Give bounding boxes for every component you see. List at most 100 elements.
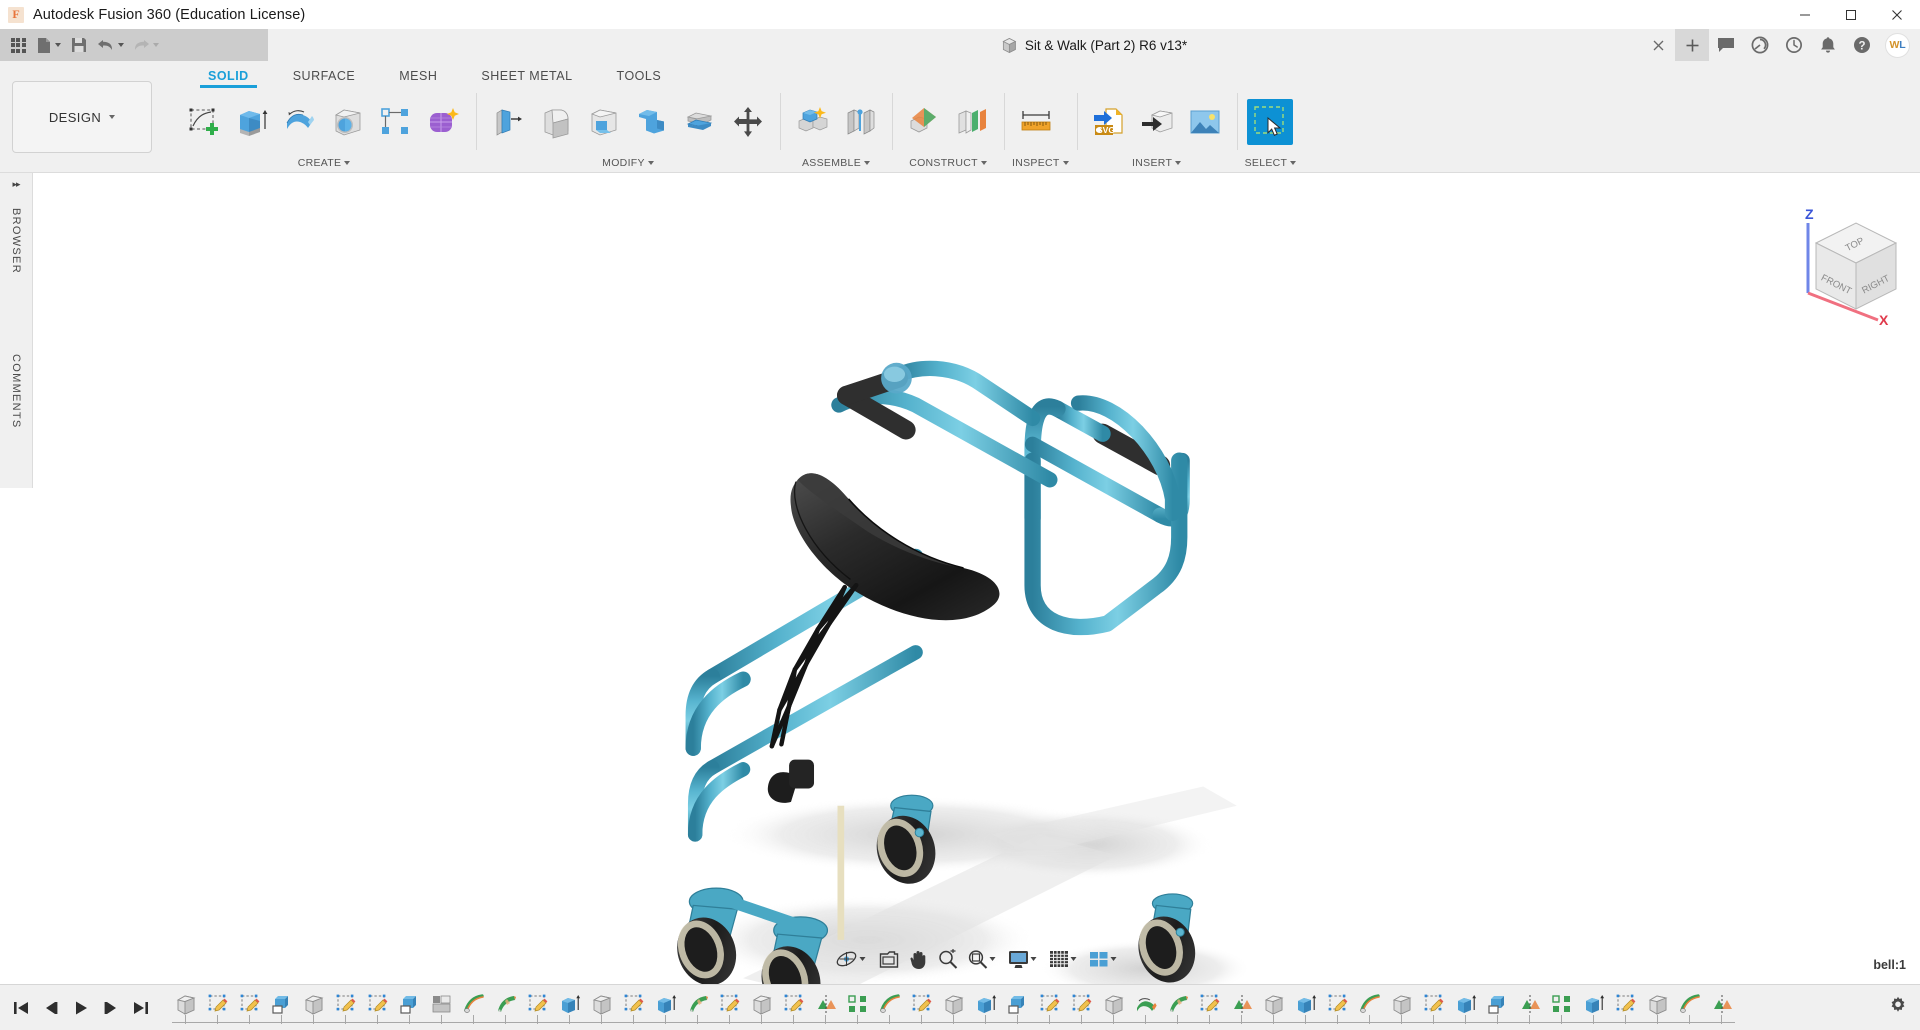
tab-tools[interactable]: TOOLS (595, 69, 684, 87)
timeline-feature-extrude[interactable] (972, 988, 999, 1024)
form-tool[interactable] (422, 99, 466, 145)
timeline-feature-joint[interactable] (1004, 988, 1031, 1024)
timeline-feature-joint[interactable] (396, 988, 423, 1024)
pan-button[interactable] (904, 945, 932, 973)
timeline-feature-sweep[interactable] (1164, 988, 1191, 1024)
timeline-feature-plane[interactable] (428, 988, 455, 1024)
offset-plane-tool[interactable] (902, 99, 946, 145)
comments-panel-tab[interactable]: COMMENTS (10, 350, 22, 433)
timeline-feature-extrude[interactable] (652, 988, 679, 1024)
timeline-feature-sketch[interactable] (1612, 988, 1639, 1024)
timeline-feature-sketch[interactable] (524, 988, 551, 1024)
display-settings-button[interactable] (1003, 945, 1043, 973)
view-cube[interactable]: Z X TOP FRONT RIGHT (1778, 205, 1908, 330)
expand-panel-button[interactable]: ▸▸ (12, 179, 19, 190)
timeline-feature-extrude[interactable] (1452, 988, 1479, 1024)
timeline-settings-button[interactable] (1888, 995, 1908, 1020)
offset-face-tool[interactable] (678, 99, 722, 145)
timeline-feature-sketch[interactable] (1420, 988, 1447, 1024)
browser-panel-tab[interactable]: BROWSER (10, 204, 22, 278)
combine-tool[interactable] (630, 99, 674, 145)
timeline-feature-sketch[interactable] (908, 988, 935, 1024)
timeline-feature-extrude[interactable] (556, 988, 583, 1024)
timeline-feature-mirror[interactable] (1516, 988, 1543, 1024)
timeline-step-forward-button[interactable] (96, 991, 126, 1025)
close-button[interactable] (1874, 0, 1920, 29)
undo-button[interactable] (93, 30, 128, 60)
plane-angle-tool[interactable] (950, 99, 994, 145)
timeline-feature-extrude[interactable] (1580, 988, 1607, 1024)
timeline-feature-pipe[interactable] (460, 988, 487, 1024)
timeline-play-button[interactable] (66, 991, 96, 1025)
timeline-feature-mirror[interactable] (1228, 988, 1255, 1024)
zoom-button[interactable] (933, 945, 962, 973)
timeline-feature-component[interactable] (1644, 988, 1671, 1024)
tab-sheet-metal[interactable]: SHEET METAL (459, 69, 594, 87)
panel-assemble-label[interactable]: ASSEMBLE (788, 154, 884, 172)
close-tab-button[interactable] (1641, 29, 1675, 61)
measure-tool[interactable] (1014, 99, 1058, 145)
timeline-feature-component[interactable] (1100, 988, 1127, 1024)
timeline-feature-component[interactable] (940, 988, 967, 1024)
panel-modify-label[interactable]: MODIFY (484, 154, 772, 172)
panel-select-label[interactable]: SELECT (1245, 154, 1297, 172)
document-tab[interactable]: Sit & Walk (Part 2) R6 v13* (991, 29, 1197, 61)
job-status-button[interactable] (1777, 29, 1811, 61)
timeline-track[interactable] (156, 985, 1920, 1030)
timeline-feature-sweep[interactable] (684, 988, 711, 1024)
viewports-button[interactable] (1084, 945, 1123, 973)
timeline-feature-component[interactable] (748, 988, 775, 1024)
panel-construct-label[interactable]: CONSTRUCT (900, 154, 996, 172)
panel-inspect-label[interactable]: INSPECT (1012, 154, 1069, 172)
timeline-step-back-button[interactable] (36, 991, 66, 1025)
minimize-button[interactable] (1782, 0, 1828, 29)
timeline-feature-sketch[interactable] (236, 988, 263, 1024)
tab-mesh[interactable]: MESH (377, 69, 459, 87)
fillet-tool[interactable] (534, 99, 578, 145)
revolve-tool[interactable] (278, 99, 322, 145)
notifications-button[interactable] (1811, 29, 1845, 61)
pattern-tool[interactable] (374, 99, 418, 145)
timeline-feature-sketch[interactable] (204, 988, 231, 1024)
press-pull-tool[interactable] (486, 99, 530, 145)
model-3d-rollator-walker[interactable] (33, 173, 1920, 984)
save-button[interactable] (65, 30, 93, 60)
timeline-feature-sketch[interactable] (716, 988, 743, 1024)
timeline-feature-revolve[interactable] (1132, 988, 1159, 1024)
tab-surface[interactable]: SURFACE (271, 69, 378, 87)
maximize-button[interactable] (1828, 0, 1874, 29)
timeline-feature-extrude[interactable] (1292, 988, 1319, 1024)
timeline-feature-pattern[interactable] (844, 988, 871, 1024)
viewport-canvas[interactable]: Z X TOP FRONT RIGHT (33, 173, 1920, 984)
timeline-feature-component[interactable] (172, 988, 199, 1024)
tab-solid[interactable]: SOLID (186, 69, 271, 87)
timeline-feature-pattern[interactable] (1548, 988, 1575, 1024)
grid-snaps-button[interactable] (1044, 945, 1083, 973)
new-tab-button[interactable] (1675, 29, 1709, 61)
file-button[interactable] (32, 30, 65, 60)
timeline-feature-sketch[interactable] (780, 988, 807, 1024)
help-button[interactable]: ? (1845, 29, 1879, 61)
timeline-feature-sketch[interactable] (332, 988, 359, 1024)
timeline-feature-pipe[interactable] (1676, 988, 1703, 1024)
create-sketch-tool[interactable] (182, 99, 226, 145)
sweep-tool[interactable] (326, 99, 370, 145)
new-component-tool[interactable] (790, 99, 834, 145)
timeline-feature-sketch[interactable] (1196, 988, 1223, 1024)
panel-insert-label[interactable]: INSERT (1085, 154, 1229, 172)
fit-button[interactable] (963, 945, 1002, 973)
timeline-feature-component[interactable] (588, 988, 615, 1024)
timeline-feature-mirror[interactable] (812, 988, 839, 1024)
shell-tool[interactable] (582, 99, 626, 145)
timeline-feature-sketch[interactable] (364, 988, 391, 1024)
extrude-tool[interactable] (230, 99, 274, 145)
panel-create-label[interactable]: CREATE (180, 154, 468, 172)
timeline-feature-joint[interactable] (268, 988, 295, 1024)
timeline-feature-component[interactable] (1260, 988, 1287, 1024)
timeline-feature-sketch[interactable] (1324, 988, 1351, 1024)
timeline-feature-component[interactable] (300, 988, 327, 1024)
workspace-switcher[interactable]: DESIGN (12, 81, 152, 153)
timeline-feature-pipe[interactable] (876, 988, 903, 1024)
insert-derive-tool[interactable] (1135, 99, 1179, 145)
insert-svg-tool[interactable]: SVG (1087, 99, 1131, 145)
